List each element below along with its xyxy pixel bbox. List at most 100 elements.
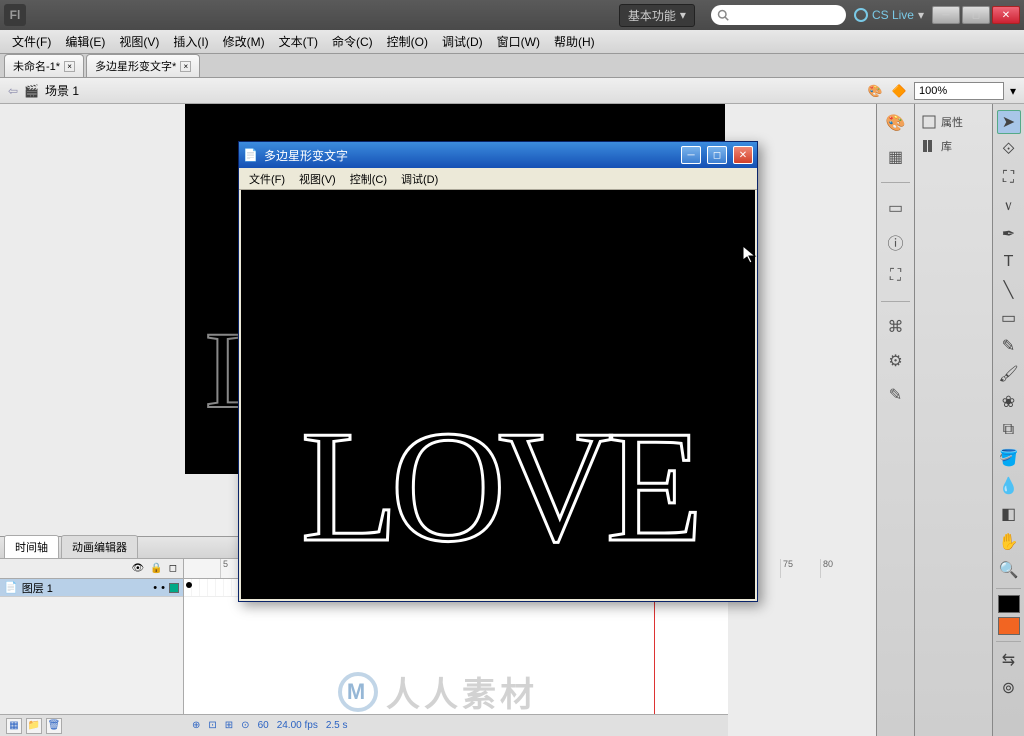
- watermark: M 人人素材: [338, 667, 538, 716]
- preview-close-button[interactable]: ✕: [733, 146, 753, 164]
- search-icon: [717, 9, 729, 21]
- subselection-tool[interactable]: ⟐: [997, 138, 1021, 162]
- document-tab[interactable]: 未命名-1* ×: [4, 54, 84, 77]
- preview-menu-file[interactable]: 文件(F): [243, 169, 291, 189]
- layer-dot-icon[interactable]: •: [161, 582, 165, 594]
- brush-icon[interactable]: ✎: [883, 382, 909, 408]
- edit-scene-icon[interactable]: 🎨: [866, 82, 884, 100]
- pencil-tool[interactable]: ✎: [997, 334, 1021, 358]
- menu-modify[interactable]: 修改(M): [217, 31, 271, 52]
- menu-help[interactable]: 帮助(H): [548, 31, 601, 52]
- bone-tool[interactable]: ⧉: [997, 418, 1021, 442]
- text-tool[interactable]: T: [997, 250, 1021, 274]
- preview-menu-view[interactable]: 视图(V): [293, 169, 342, 189]
- zoom-tool[interactable]: 🔍: [997, 558, 1021, 582]
- preview-minimize-button[interactable]: ─: [681, 146, 701, 164]
- brush-tool[interactable]: 🖌: [997, 362, 1021, 386]
- line-tool[interactable]: ╲: [997, 278, 1021, 302]
- properties-icon: [921, 114, 937, 130]
- free-transform-tool[interactable]: ⛶: [997, 166, 1021, 190]
- tab-close-icon[interactable]: ×: [64, 61, 75, 72]
- edit-multiple-icon[interactable]: ⊞: [225, 720, 233, 731]
- workspace-label: 基本功能: [628, 7, 676, 24]
- deco-tool[interactable]: ❀: [997, 390, 1021, 414]
- menu-insert[interactable]: 插入(I): [167, 31, 214, 52]
- tab-label: 未命名-1*: [13, 58, 60, 74]
- cslive-icon: [854, 8, 868, 22]
- preview-menu-control[interactable]: 控制(C): [344, 169, 393, 189]
- palette-icon[interactable]: 🎨: [883, 110, 909, 136]
- rectangle-tool[interactable]: ▭: [997, 306, 1021, 330]
- preview-menu-debug[interactable]: 调试(D): [395, 169, 444, 189]
- paint-bucket-tool[interactable]: 🪣: [997, 446, 1021, 470]
- document-tab[interactable]: 多边星形变文字* ×: [86, 54, 200, 77]
- center-frame-icon[interactable]: ⊙: [241, 720, 249, 731]
- eye-icon[interactable]: 👁: [132, 563, 145, 574]
- onion-skin-icon[interactable]: ⊕: [192, 720, 200, 731]
- symbol-icon[interactable]: 🔶: [890, 82, 908, 100]
- eraser-tool[interactable]: ◧: [997, 502, 1021, 526]
- search-field[interactable]: [711, 5, 846, 25]
- layer-dot-icon[interactable]: •: [153, 582, 157, 594]
- zoom-select[interactable]: [914, 82, 1004, 100]
- new-folder-button[interactable]: 📁: [26, 718, 42, 734]
- chevron-down-icon: ▾: [680, 8, 686, 22]
- properties-tab[interactable]: 属性: [915, 110, 992, 134]
- ruler-tick: 75: [780, 559, 793, 578]
- back-icon[interactable]: ⇦: [8, 84, 18, 98]
- layer-row[interactable]: 📄 图层 1 • •: [0, 579, 183, 597]
- document-tabs: 未命名-1* × 多边星形变文字* ×: [0, 54, 1024, 78]
- fill-color-swatch[interactable]: [998, 617, 1020, 635]
- chevron-down-icon[interactable]: ▾: [1010, 84, 1016, 98]
- tab-timeline[interactable]: 时间轴: [4, 535, 59, 558]
- menu-view[interactable]: 视图(V): [113, 31, 165, 52]
- eyedropper-tool[interactable]: 💧: [997, 474, 1021, 498]
- pen-tool[interactable]: ✒: [997, 222, 1021, 246]
- app-titlebar: Fl 基本功能 ▾ CS Live ▾ ─ ◻ ✕: [0, 0, 1024, 30]
- preview-title: 多边星形变文字: [264, 147, 348, 164]
- tab-close-icon[interactable]: ×: [180, 61, 191, 72]
- maximize-button[interactable]: ◻: [962, 6, 990, 24]
- menu-control[interactable]: 控制(O): [381, 31, 434, 52]
- menu-commands[interactable]: 命令(C): [326, 31, 379, 52]
- library-tab[interactable]: 库: [915, 134, 992, 158]
- layer-color-swatch[interactable]: [169, 583, 179, 593]
- menu-file[interactable]: 文件(F): [6, 31, 57, 52]
- tab-motion-editor[interactable]: 动画编辑器: [61, 535, 138, 558]
- minimize-button[interactable]: ─: [932, 6, 960, 24]
- flash-player-icon: 📄: [243, 148, 258, 162]
- new-layer-button[interactable]: ▦: [6, 718, 22, 734]
- preview-titlebar[interactable]: 📄 多边星形变文字 ─ ◻ ✕: [239, 142, 757, 168]
- transform-icon[interactable]: ⛶: [883, 263, 909, 289]
- delete-layer-button[interactable]: 🗑: [46, 718, 62, 734]
- cslive-button[interactable]: CS Live ▾: [854, 8, 924, 22]
- preview-menubar: 文件(F) 视图(V) 控制(C) 调试(D): [239, 168, 757, 190]
- menu-edit[interactable]: 编辑(E): [59, 31, 111, 52]
- workspace-switcher[interactable]: 基本功能 ▾: [619, 4, 695, 27]
- swap-colors-icon[interactable]: ⇆: [997, 648, 1021, 672]
- preview-text: LOVE: [301, 394, 696, 579]
- keyframe[interactable]: [186, 582, 192, 588]
- code-icon[interactable]: ⌘: [883, 314, 909, 340]
- preview-maximize-button[interactable]: ◻: [707, 146, 727, 164]
- snap-icon[interactable]: ⊚: [997, 676, 1021, 700]
- main-menubar: 文件(F) 编辑(E) 视图(V) 插入(I) 修改(M) 文本(T) 命令(C…: [0, 30, 1024, 54]
- lasso-tool[interactable]: ᥎: [997, 194, 1021, 218]
- outline-icon[interactable]: ◻: [169, 563, 177, 574]
- menu-window[interactable]: 窗口(W): [491, 31, 546, 52]
- menu-text[interactable]: 文本(T): [273, 31, 324, 52]
- swatches-icon[interactable]: ▦: [883, 144, 909, 170]
- preview-stage: LOVE: [241, 190, 755, 599]
- layer-label: 图层 1: [22, 580, 53, 596]
- hand-tool[interactable]: ✋: [997, 530, 1021, 554]
- close-button[interactable]: ✕: [992, 6, 1020, 24]
- align-icon[interactable]: ▭: [883, 195, 909, 221]
- ruler-tick: 5: [220, 559, 228, 578]
- info-icon[interactable]: ⓘ: [883, 229, 909, 255]
- stroke-color-swatch[interactable]: [998, 595, 1020, 613]
- onion-outline-icon[interactable]: ⊡: [208, 720, 216, 731]
- menu-debug[interactable]: 调试(D): [436, 31, 489, 52]
- selection-tool[interactable]: ➤: [997, 110, 1021, 134]
- components-icon[interactable]: ⚙: [883, 348, 909, 374]
- lock-icon[interactable]: 🔒: [150, 563, 162, 574]
